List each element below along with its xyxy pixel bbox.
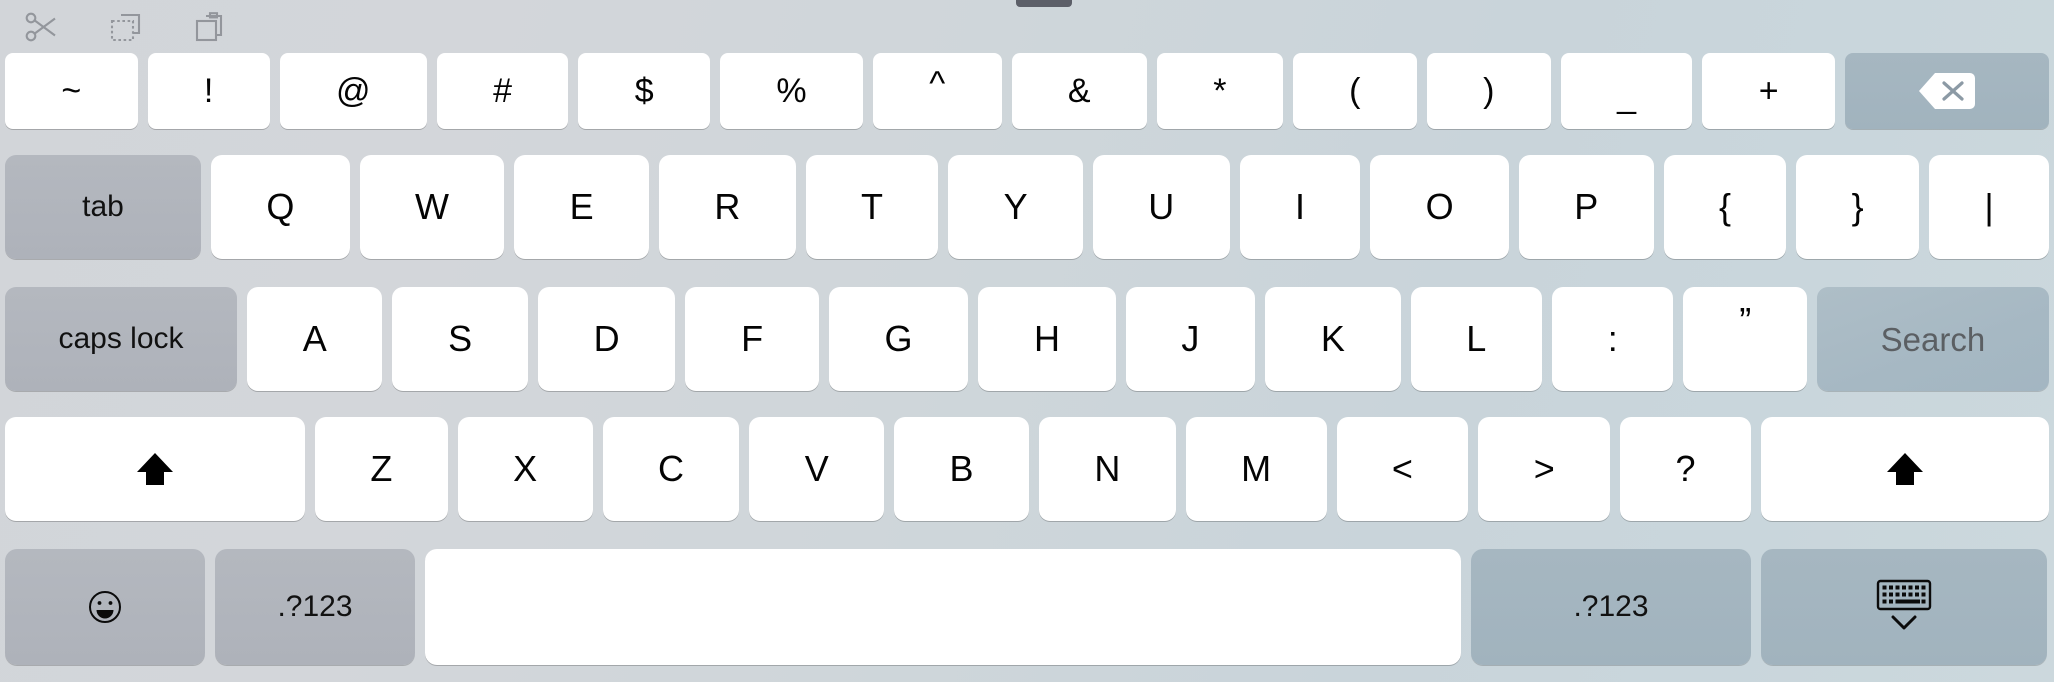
key-g[interactable]: G xyxy=(828,287,969,391)
key-shift-left[interactable] xyxy=(5,417,305,521)
key-brace-close[interactable]: } xyxy=(1796,155,1920,259)
key-caret[interactable]: ^ xyxy=(872,53,1002,129)
key-f[interactable]: F xyxy=(685,287,819,391)
key-search-return[interactable]: Search xyxy=(1816,287,2049,391)
paste-icon[interactable] xyxy=(190,10,230,44)
key-underscore[interactable]: _ xyxy=(1560,53,1693,129)
key-paren-open[interactable]: ( xyxy=(1292,53,1417,129)
key-c[interactable]: C xyxy=(602,417,740,521)
key-z[interactable]: Z xyxy=(315,417,448,521)
shift-up-arrow-icon xyxy=(1882,448,1928,490)
key-e[interactable]: E xyxy=(514,155,649,259)
key-numeric-right[interactable]: .?123 xyxy=(1471,549,1751,665)
delete-left-icon xyxy=(1918,70,1976,112)
key-space[interactable] xyxy=(425,549,1461,665)
key-hide-keyboard[interactable] xyxy=(1761,549,2047,665)
key-h[interactable]: H xyxy=(978,287,1116,391)
key-at[interactable]: @ xyxy=(279,53,427,129)
key-r[interactable]: R xyxy=(658,155,796,259)
key-asterisk[interactable]: * xyxy=(1156,53,1283,129)
key-i[interactable]: I xyxy=(1239,155,1361,259)
key-ampersand[interactable]: & xyxy=(1011,53,1147,129)
key-o[interactable]: O xyxy=(1370,155,1509,259)
key-q[interactable]: Q xyxy=(211,155,350,259)
key-greater-than[interactable]: > xyxy=(1478,417,1611,521)
key-v[interactable]: V xyxy=(749,417,885,521)
key-tab[interactable]: tab xyxy=(5,155,201,259)
key-p[interactable]: P xyxy=(1518,155,1654,259)
key-d[interactable]: D xyxy=(537,287,676,391)
key-question-mark[interactable]: ? xyxy=(1620,417,1751,521)
key-a[interactable]: A xyxy=(247,287,383,391)
key-tilde[interactable]: ~ xyxy=(5,53,138,129)
keyboard-row-home: caps lock A S D F G H J K L : ” Search xyxy=(0,287,2054,391)
key-hash[interactable]: # xyxy=(436,53,569,129)
key-s[interactable]: S xyxy=(392,287,528,391)
hide-keyboard-icon xyxy=(1868,578,1940,636)
key-colon[interactable]: : xyxy=(1552,287,1674,391)
key-emoji[interactable] xyxy=(5,549,205,665)
keyboard-row-space: .?123 .?123 xyxy=(0,549,2054,665)
cut-icon[interactable] xyxy=(22,10,62,44)
key-shift-right[interactable] xyxy=(1760,417,2049,521)
key-l[interactable]: L xyxy=(1410,287,1543,391)
key-x[interactable]: X xyxy=(457,417,593,521)
keyboard-row-symbols: ~ ! @ # $ % ^ & * ( ) _ + xyxy=(0,53,2054,129)
key-backspace[interactable] xyxy=(1844,53,2049,129)
key-j[interactable]: J xyxy=(1125,287,1256,391)
key-paren-close[interactable]: ) xyxy=(1426,53,1551,129)
edit-toolbar xyxy=(0,0,2054,53)
shift-up-arrow-icon xyxy=(132,448,178,490)
key-y[interactable]: Y xyxy=(948,155,1083,259)
key-k[interactable]: K xyxy=(1265,287,1401,391)
copy-icon[interactable] xyxy=(106,10,146,44)
key-m[interactable]: M xyxy=(1185,417,1327,521)
key-w[interactable]: W xyxy=(359,155,505,259)
key-exclamation[interactable]: ! xyxy=(147,53,270,129)
key-double-quote[interactable]: ” xyxy=(1683,287,1807,391)
key-t[interactable]: T xyxy=(805,155,939,259)
software-keyboard: ~ ! @ # $ % ^ & * ( ) _ + tab Q W E R T xyxy=(0,0,2054,682)
key-plus[interactable]: + xyxy=(1702,53,1835,129)
keyboard-row-qwerty: tab Q W E R T Y U I O P { } | xyxy=(0,155,2054,259)
key-dollar[interactable]: $ xyxy=(578,53,711,129)
key-pipe[interactable]: | xyxy=(1929,155,2050,259)
key-brace-open[interactable]: { xyxy=(1663,155,1787,259)
key-n[interactable]: N xyxy=(1038,417,1176,521)
key-less-than[interactable]: < xyxy=(1336,417,1469,521)
emoji-smiley-icon xyxy=(85,587,125,627)
key-numeric-left[interactable]: .?123 xyxy=(215,549,415,665)
key-caps-lock[interactable]: caps lock xyxy=(5,287,237,391)
keyboard-row-shift: Z X C V B N M < > ? xyxy=(0,417,2054,521)
key-percent[interactable]: % xyxy=(720,53,863,129)
key-u[interactable]: U xyxy=(1092,155,1230,259)
key-b[interactable]: B xyxy=(894,417,1029,521)
